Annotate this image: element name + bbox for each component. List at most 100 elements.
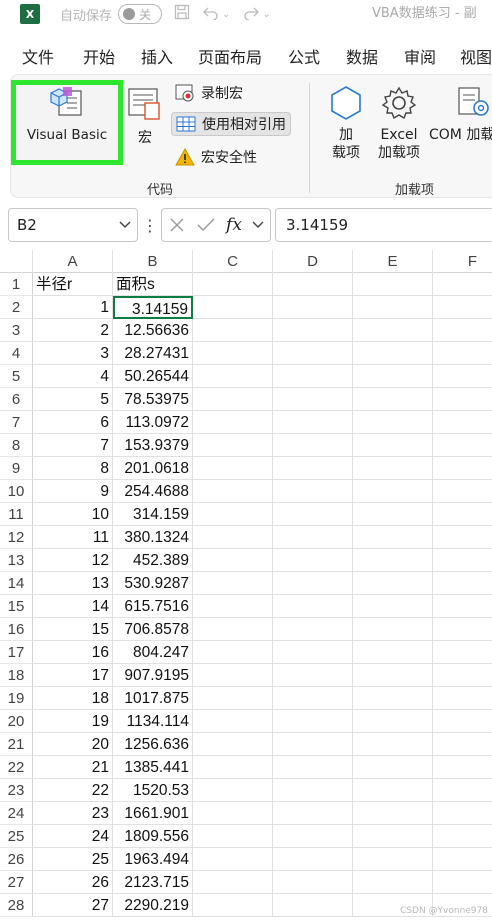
cell[interactable]: [193, 687, 273, 710]
cell[interactable]: [433, 756, 492, 779]
excel-addins-button[interactable]: Excel 加载项: [373, 83, 425, 162]
cell-radius[interactable]: 17: [33, 664, 113, 687]
cell-area[interactable]: 254.4688: [113, 480, 193, 503]
row-header[interactable]: 1: [0, 273, 33, 296]
cell-area[interactable]: 1134.114: [113, 710, 193, 733]
tab-home[interactable]: 开始: [83, 44, 115, 68]
cell[interactable]: [273, 434, 353, 457]
cell[interactable]: [273, 848, 353, 871]
cell[interactable]: [193, 457, 273, 480]
cell[interactable]: [353, 457, 433, 480]
column-header-d[interactable]: D: [273, 250, 353, 273]
undo-dropdown-icon[interactable]: ⌄: [222, 9, 230, 20]
cell[interactable]: [193, 894, 273, 917]
cell[interactable]: [193, 802, 273, 825]
function-dropdown-icon[interactable]: [248, 221, 268, 229]
cell[interactable]: [433, 526, 492, 549]
row-header[interactable]: 15: [0, 595, 33, 618]
cell[interactable]: [193, 549, 273, 572]
cell[interactable]: [433, 710, 492, 733]
column-header-e[interactable]: E: [353, 250, 433, 273]
autosave-toggle[interactable]: 关: [118, 4, 163, 24]
record-macro-button[interactable]: 录制宏: [171, 81, 247, 105]
cell-area[interactable]: 1963.494: [113, 848, 193, 871]
cell[interactable]: [433, 802, 492, 825]
tab-formulas[interactable]: 公式: [288, 44, 320, 68]
cell[interactable]: [273, 595, 353, 618]
cell-area[interactable]: 153.9379: [113, 434, 193, 457]
cell[interactable]: [193, 733, 273, 756]
cell[interactable]: [433, 411, 492, 434]
cell[interactable]: [353, 802, 433, 825]
cell-area[interactable]: 1661.901: [113, 802, 193, 825]
cell-radius[interactable]: 27: [33, 894, 113, 917]
cell[interactable]: [273, 825, 353, 848]
cell[interactable]: [273, 296, 353, 319]
row-header[interactable]: 2: [0, 296, 33, 319]
row-header[interactable]: 8: [0, 434, 33, 457]
row-header[interactable]: 16: [0, 618, 33, 641]
cell-area[interactable]: 78.53975: [113, 388, 193, 411]
cell-area[interactable]: 314.159: [113, 503, 193, 526]
row-header[interactable]: 6: [0, 388, 33, 411]
column-header-c[interactable]: C: [193, 250, 273, 273]
redo-dropdown-icon[interactable]: ⌄: [262, 9, 270, 20]
cell-radius[interactable]: 4: [33, 365, 113, 388]
enter-check-icon[interactable]: [192, 217, 220, 233]
row-header[interactable]: 3: [0, 319, 33, 342]
cell[interactable]: [193, 572, 273, 595]
cell[interactable]: [193, 388, 273, 411]
tab-page-layout[interactable]: 页面布局: [198, 44, 262, 68]
tab-file[interactable]: 文件: [22, 44, 54, 68]
save-icon[interactable]: [174, 4, 190, 24]
cell-radius[interactable]: 5: [33, 388, 113, 411]
cell-area[interactable]: 907.9195: [113, 664, 193, 687]
row-header[interactable]: 4: [0, 342, 33, 365]
cell[interactable]: [353, 273, 433, 296]
cell[interactable]: [193, 595, 273, 618]
cell[interactable]: [353, 365, 433, 388]
cell[interactable]: [353, 825, 433, 848]
cell[interactable]: [353, 411, 433, 434]
row-header[interactable]: 27: [0, 871, 33, 894]
cell-a1[interactable]: 半径r: [33, 273, 113, 296]
cell[interactable]: [433, 595, 492, 618]
cell-radius[interactable]: 2: [33, 319, 113, 342]
cell[interactable]: [193, 434, 273, 457]
cell-radius[interactable]: 16: [33, 641, 113, 664]
cell[interactable]: [433, 641, 492, 664]
cell[interactable]: [433, 825, 492, 848]
cell[interactable]: [353, 480, 433, 503]
row-header[interactable]: 22: [0, 756, 33, 779]
cell[interactable]: [273, 618, 353, 641]
cell[interactable]: [193, 526, 273, 549]
cell-area[interactable]: 113.0972: [113, 411, 193, 434]
cell[interactable]: [353, 296, 433, 319]
cell[interactable]: [193, 641, 273, 664]
cell[interactable]: [273, 503, 353, 526]
cell-radius[interactable]: 21: [33, 756, 113, 779]
cell[interactable]: [433, 664, 492, 687]
cell[interactable]: [273, 365, 353, 388]
row-header[interactable]: 20: [0, 710, 33, 733]
cell[interactable]: [193, 848, 273, 871]
row-header[interactable]: 9: [0, 457, 33, 480]
cell-area[interactable]: 201.0618: [113, 457, 193, 480]
cell[interactable]: [193, 480, 273, 503]
cell[interactable]: [433, 779, 492, 802]
cell-area[interactable]: 1385.441: [113, 756, 193, 779]
cell-area[interactable]: 1017.875: [113, 687, 193, 710]
row-header[interactable]: 21: [0, 733, 33, 756]
cell-area[interactable]: 50.26544: [113, 365, 193, 388]
cell-area[interactable]: 1809.556: [113, 825, 193, 848]
cell-radius[interactable]: 11: [33, 526, 113, 549]
cell[interactable]: [353, 434, 433, 457]
cell[interactable]: [193, 779, 273, 802]
cell-radius[interactable]: 19: [33, 710, 113, 733]
row-header[interactable]: 28: [0, 894, 33, 917]
cell-area[interactable]: 28.27431: [113, 342, 193, 365]
cell[interactable]: [353, 342, 433, 365]
row-header[interactable]: 19: [0, 687, 33, 710]
row-header[interactable]: 7: [0, 411, 33, 434]
cell[interactable]: [433, 733, 492, 756]
